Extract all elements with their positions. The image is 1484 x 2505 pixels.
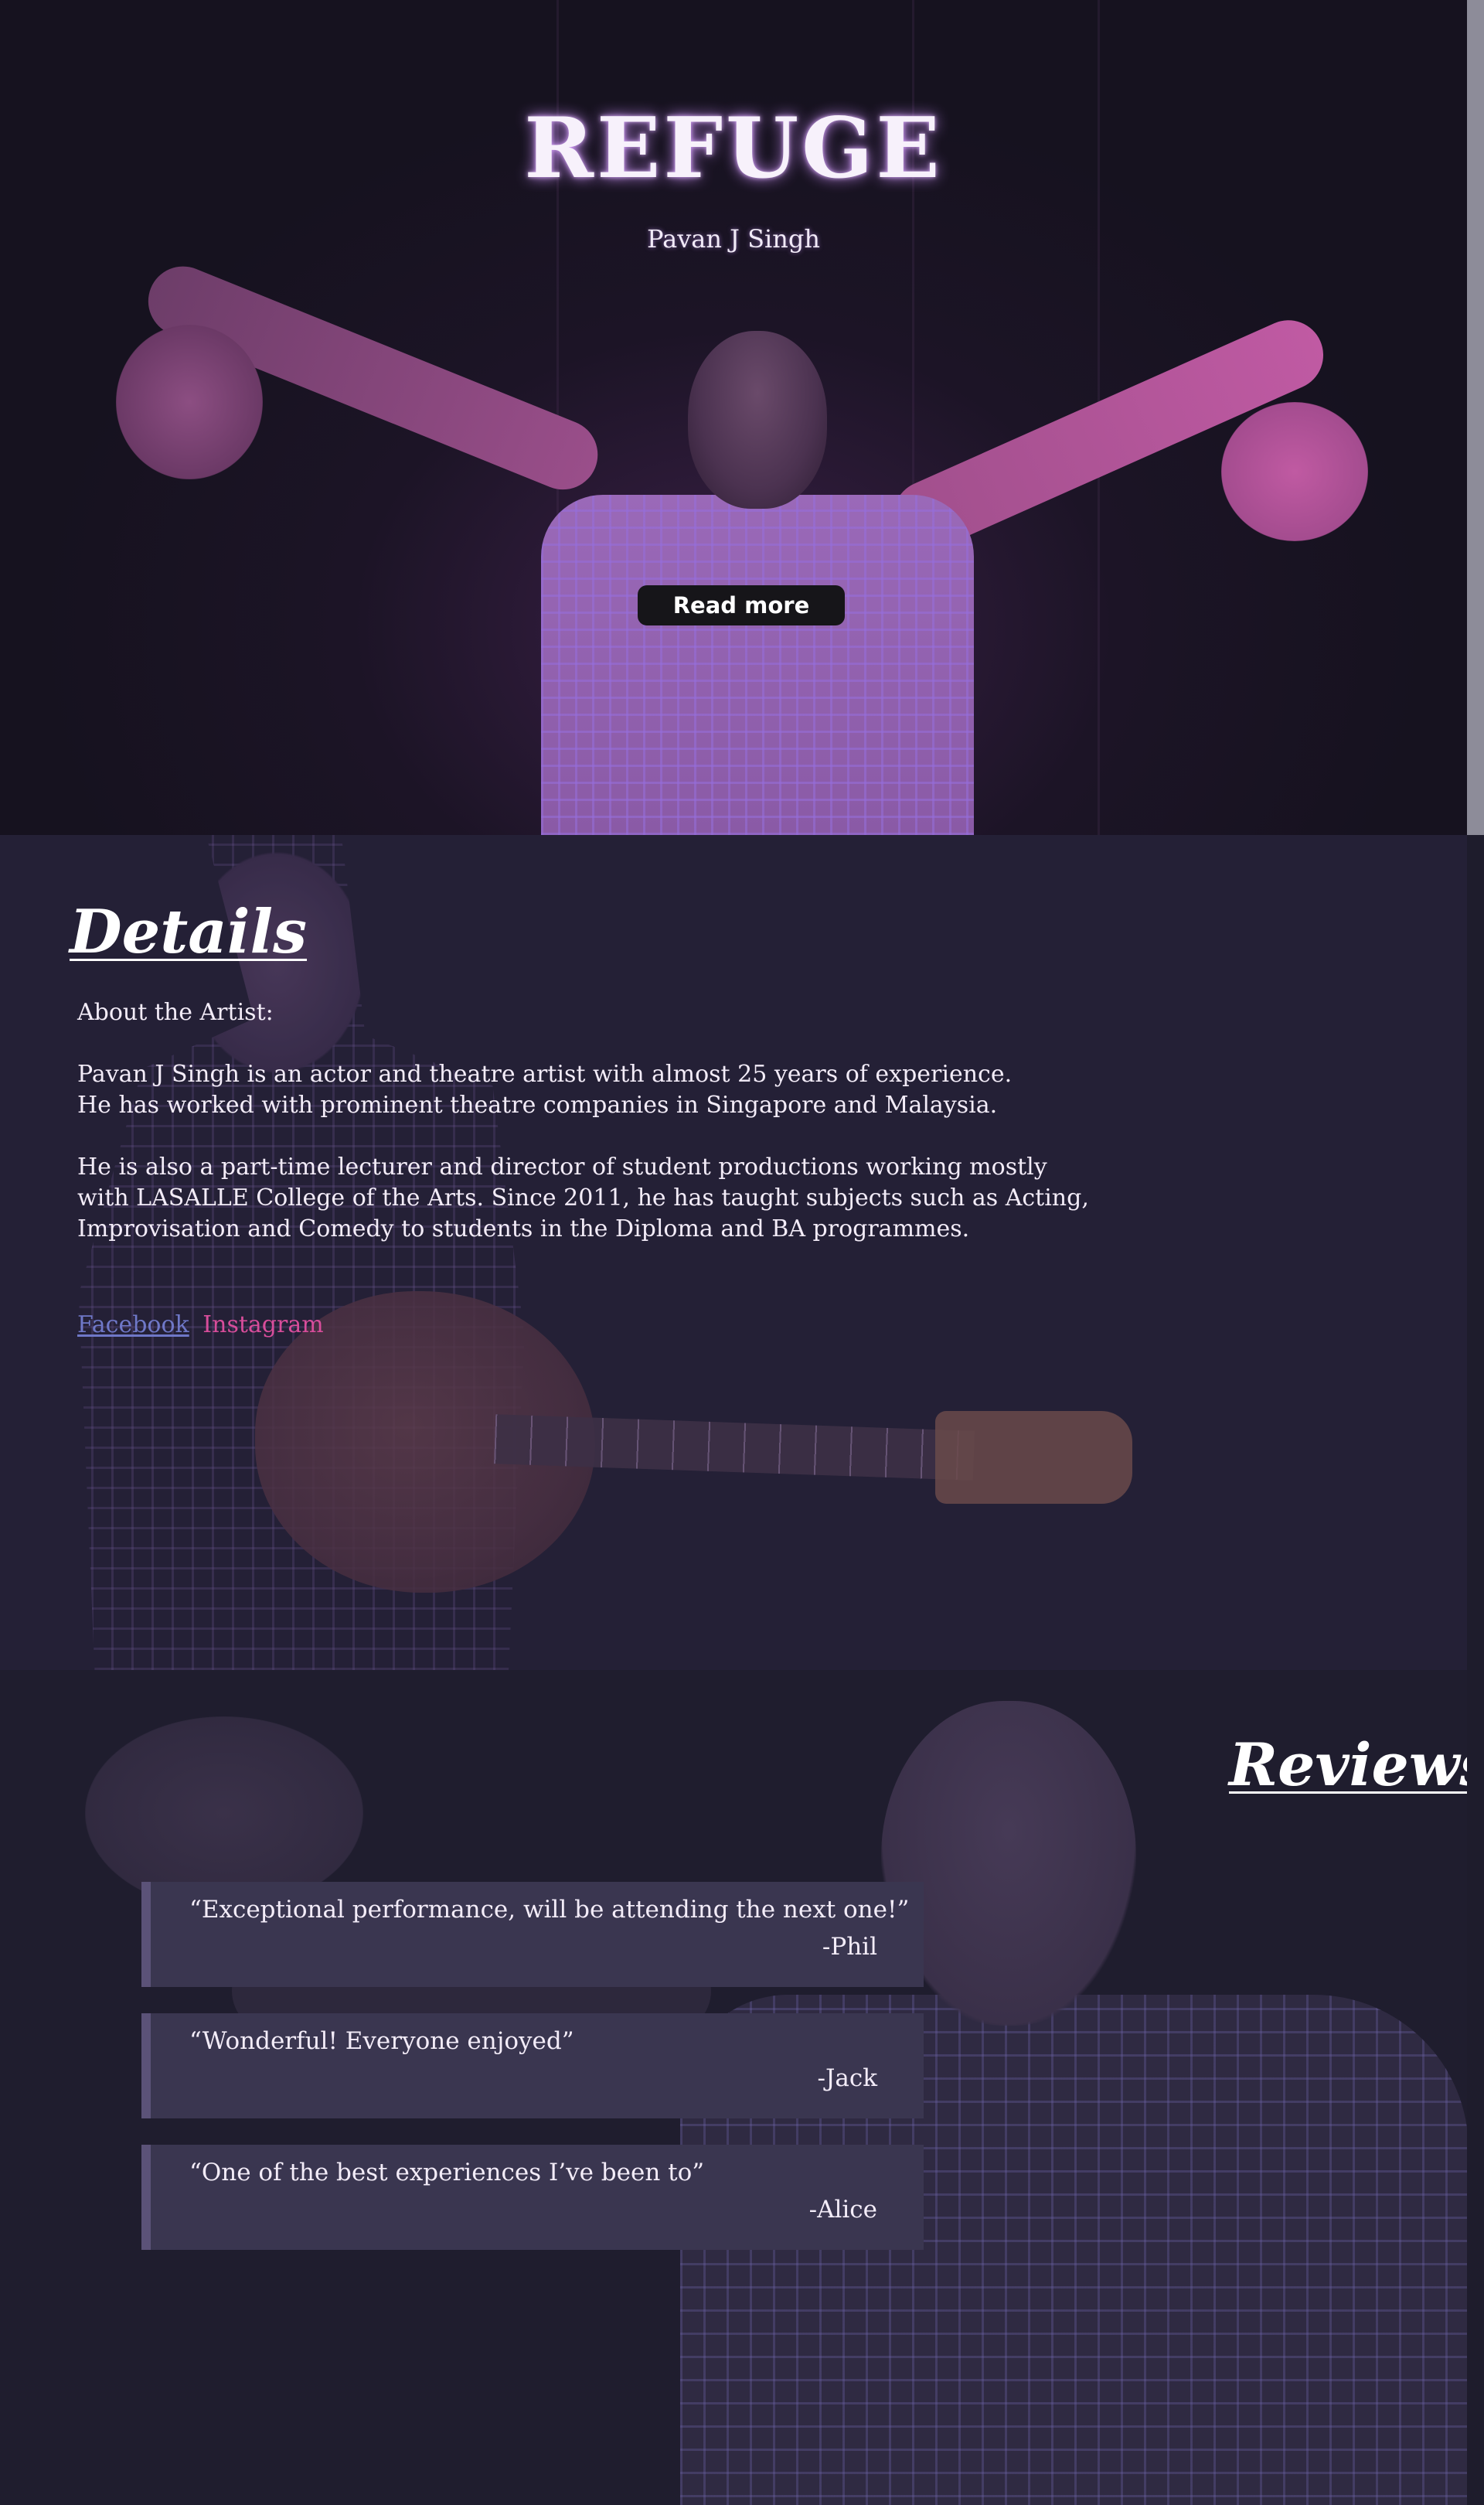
about-artist-text: About the Artist: Pavan J Singh is an ac…: [77, 997, 1113, 1276]
review-quote: “Exceptional performance, will be attend…: [189, 1896, 910, 1924]
performer-left-hand: [116, 325, 263, 479]
social-links: Facebook Instagram: [77, 1311, 324, 1338]
performer-head: [688, 331, 827, 509]
scrollbar-thumb[interactable]: [1467, 0, 1484, 835]
reviews-heading: Reviews: [1229, 1730, 1484, 1799]
review-card: “Wonderful! Everyone enjoyed” -Jack: [141, 2013, 924, 2118]
bio-line: with LASALLE College of the Arts. Since …: [77, 1184, 1089, 1212]
bio-line: Pavan J Singh is an actor and theatre ar…: [77, 1061, 1013, 1088]
review-card: “Exceptional performance, will be attend…: [141, 1882, 924, 1987]
details-heading: Details: [70, 897, 308, 967]
facebook-link[interactable]: Facebook: [77, 1311, 189, 1338]
performer-checked-shirt: [541, 495, 974, 835]
bio-line: He is also a part-time lecturer and dire…: [77, 1154, 1047, 1181]
performer-right-hand: [1221, 402, 1368, 541]
review-quote: “One of the best experiences I’ve been t…: [189, 2159, 705, 2186]
instagram-link[interactable]: Instagram: [203, 1311, 323, 1338]
page-title: REFUGE: [524, 100, 943, 197]
background-performer-hand: [85, 1716, 363, 1910]
bio-line: He has worked with prominent theatre com…: [77, 1092, 998, 1119]
review-author: -Alice: [808, 2196, 877, 2224]
bio-paragraph-1: Pavan J Singh is an actor and theatre ar…: [77, 1059, 1113, 1121]
hero-section: REFUGE Pavan J Singh Read more: [0, 0, 1467, 835]
bio-line: Improvisation and Comedy to students in …: [77, 1215, 970, 1242]
guitar-headstock-image: [935, 1411, 1132, 1504]
scrollbar-track[interactable]: [1467, 0, 1484, 2505]
read-more-button[interactable]: Read more: [638, 585, 845, 625]
artist-name-subtitle: Pavan J Singh: [647, 224, 820, 254]
bio-paragraph-2: He is also a part-time lecturer and dire…: [77, 1152, 1113, 1245]
review-author: -Phil: [822, 1933, 877, 1961]
about-label: About the Artist:: [77, 999, 274, 1026]
review-card: “One of the best experiences I’ve been t…: [141, 2145, 924, 2250]
review-author: -Jack: [817, 2064, 877, 2092]
review-quote: “Wonderful! Everyone enjoyed”: [189, 2027, 574, 2055]
